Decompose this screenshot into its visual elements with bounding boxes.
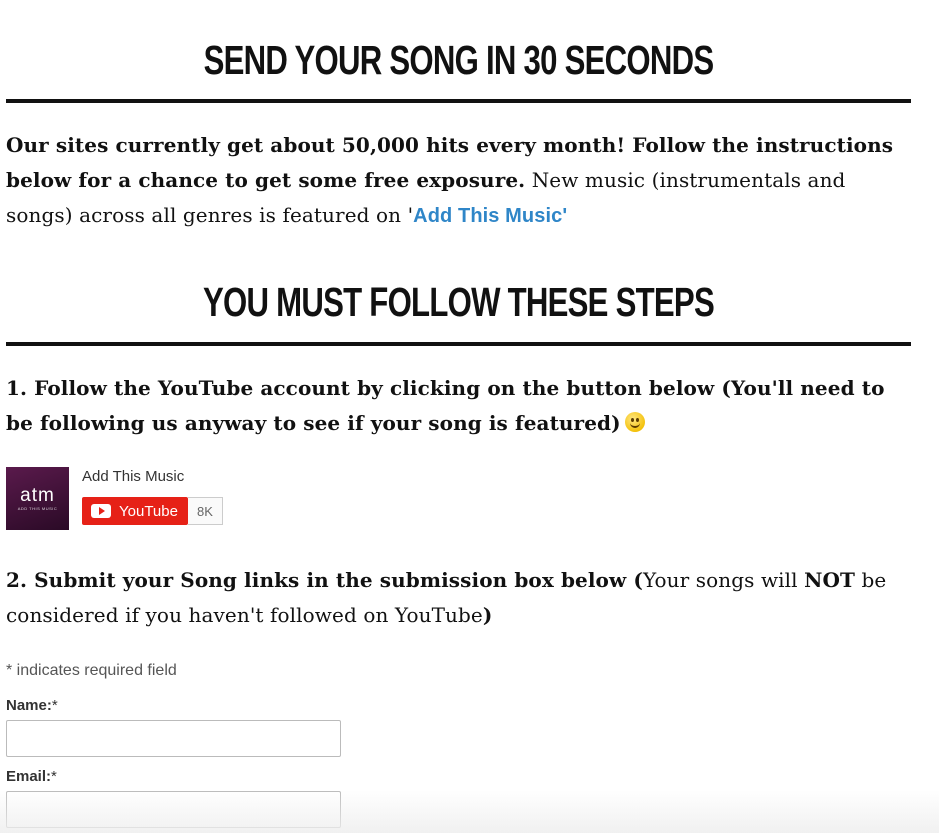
name-field[interactable] xyxy=(6,720,341,757)
youtube-subscribe-widget: atm ADD THIS MUSIC Add This Music YouTub… xyxy=(6,467,306,531)
send-song-heading: SEND YOUR SONG IN 30 SECONDS xyxy=(203,37,714,83)
heading-divider xyxy=(6,99,911,103)
step-2-text: 2. Submit your Song links in the submiss… xyxy=(6,563,906,633)
follow-steps-heading: YOU MUST FOLLOW THESE STEPS xyxy=(203,279,715,325)
youtube-play-icon xyxy=(91,504,111,518)
intro-paragraph: Our sites currently get about 50,000 hit… xyxy=(6,128,906,234)
required-field-note: * indicates required field xyxy=(6,662,177,679)
required-star: * xyxy=(51,697,58,714)
subscriber-count: 8K xyxy=(188,497,223,525)
youtube-subscribe-button[interactable]: YouTube xyxy=(82,497,188,525)
channel-name[interactable]: Add This Music xyxy=(82,467,184,487)
step-2-bold-start: 2. Submit your Song links in the submiss… xyxy=(6,568,643,592)
name-label: Name:* xyxy=(6,697,58,714)
heading-divider xyxy=(6,342,911,346)
step-2-text-part: Your songs will xyxy=(642,568,805,592)
required-star: * xyxy=(51,768,57,785)
email-label-text: Email: xyxy=(6,768,52,785)
step-2-not: NOT xyxy=(804,568,856,592)
avatar-subtext: ADD THIS MUSIC xyxy=(17,505,58,511)
smiling-face-icon xyxy=(624,412,645,432)
email-field[interactable] xyxy=(6,791,341,828)
youtube-button-label: YouTube xyxy=(119,502,178,520)
name-label-text: Name: xyxy=(6,697,52,714)
step-2-bold-end: ) xyxy=(482,603,493,627)
add-this-music-link[interactable]: Add This Music xyxy=(413,205,562,227)
atm-logo-icon: atm xyxy=(20,484,55,506)
email-label: Email:* xyxy=(6,768,57,785)
channel-avatar[interactable]: atm ADD THIS MUSIC xyxy=(6,467,69,530)
step-1-instruction: 1. Follow the YouTube account by clickin… xyxy=(6,376,885,435)
step-1-text: 1. Follow the YouTube account by clickin… xyxy=(6,371,906,441)
closing-quote: ' xyxy=(562,205,568,227)
